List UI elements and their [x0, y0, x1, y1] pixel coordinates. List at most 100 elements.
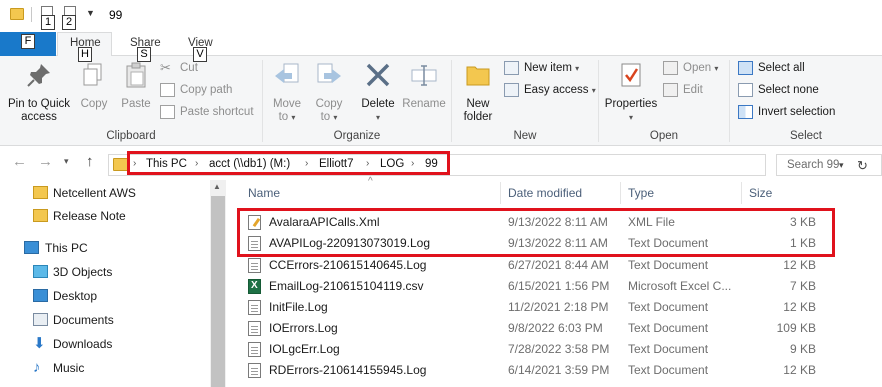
rename-label: Rename — [402, 98, 446, 110]
file-date: 6/14/2021 3:59 PM — [508, 363, 610, 377]
back-arrow-icon[interactable]: ← — [12, 153, 27, 170]
nav-item-label: Downloads — [53, 337, 113, 351]
desktop-folder-icon — [33, 289, 48, 302]
forward-arrow-icon[interactable]: → — [38, 153, 53, 170]
delete-button[interactable]: Delete ▾ — [358, 60, 398, 124]
file-date: 6/27/2021 8:44 AM — [508, 258, 609, 272]
customize-quick-access-icon[interactable]: ▼ — [86, 8, 95, 18]
select-none-label: Select none — [758, 84, 819, 96]
file-type: Text Document — [628, 363, 709, 377]
nav-scrollbar-thumb[interactable] — [211, 196, 225, 387]
file-row[interactable]: InitFile.Log 11/2/2021 2:18 PM Text Docu… — [240, 296, 830, 317]
new-folder-button[interactable]: New folder — [458, 60, 498, 124]
nav-item-label: 3D Objects — [53, 265, 113, 279]
file-size: 12 KB — [783, 363, 816, 377]
window-title: 99 — [109, 8, 123, 22]
tab-file[interactable]: F — [0, 32, 56, 56]
column-divider[interactable] — [741, 182, 742, 204]
easy-access-button[interactable]: Easy access ▾ — [504, 81, 596, 99]
file-size: 12 KB — [783, 258, 816, 272]
recent-locations-chevron-icon[interactable]: ▾ — [64, 156, 69, 167]
ribbon-tabs: F Home Share View — [0, 32, 882, 57]
column-header-date-modified[interactable]: Date modified — [508, 186, 582, 200]
move-to-button[interactable]: Move to ▾ — [269, 60, 305, 124]
clipboard-group-label: Clipboard — [106, 130, 156, 142]
keytip-view: V — [193, 47, 207, 62]
delete-x-icon — [366, 63, 390, 87]
copy-to-label-line1: Copy — [315, 98, 343, 110]
invert-selection-button[interactable]: Invert selection — [738, 103, 835, 121]
file-name: IOLgcErr.Log — [269, 342, 340, 356]
nav-item-3d-objects[interactable]: 3D Objects — [0, 261, 210, 283]
file-row[interactable]: RDErrors-210614155945.Log 6/14/2021 3:59… — [240, 359, 830, 380]
new-item-button[interactable]: New item ▾ — [504, 59, 579, 77]
sort-ascending-icon: ^ — [368, 176, 373, 187]
keytip-file: F — [21, 34, 35, 49]
search-input[interactable]: Search 99 — [776, 154, 882, 176]
select-all-button[interactable]: Select all — [738, 59, 805, 77]
nav-item-this-pc[interactable]: This PC — [0, 237, 210, 259]
pin-to-quick-access-button[interactable]: Pin to Quick access — [4, 60, 74, 124]
invert-selection-label: Invert selection — [758, 106, 836, 118]
text-file-icon — [248, 258, 261, 273]
file-row[interactable]: CCErrors-210615140645.Log 6/27/2021 8:44… — [240, 254, 830, 275]
nav-item-release-note[interactable]: Release Note — [0, 205, 210, 227]
keytip-badge: 2 — [62, 15, 76, 30]
open-icon — [663, 61, 678, 75]
copy-icon — [83, 63, 102, 86]
edit-button[interactable]: Edit — [663, 81, 703, 99]
nav-item-music[interactable]: ♪ Music — [0, 357, 210, 379]
paste-button[interactable]: Paste — [118, 60, 154, 111]
nav-item-desktop[interactable]: Desktop — [0, 285, 210, 307]
file-row[interactable]: EmailLog-210615104119.csv 6/15/2021 1:56… — [240, 275, 830, 296]
downloads-icon: ⬇ — [33, 335, 46, 352]
up-arrow-icon[interactable]: ↑ — [86, 153, 94, 170]
paste-shortcut-icon — [160, 105, 175, 119]
copy-button[interactable]: Copy — [76, 60, 112, 111]
file-name: RDErrors-210614155945.Log — [269, 363, 427, 377]
file-size: 109 KB — [776, 321, 816, 335]
folder-icon — [33, 209, 48, 222]
scroll-up-icon[interactable]: ▲ — [213, 182, 221, 191]
copy-path-button[interactable]: Copy path — [160, 81, 232, 99]
file-type: Text Document — [628, 258, 709, 272]
column-header-size[interactable]: Size — [749, 186, 772, 200]
search-placeholder: Search 99 — [787, 159, 840, 171]
nav-item-netcellent-aws[interactable]: Netcellent AWS — [0, 182, 210, 204]
column-divider[interactable] — [620, 182, 621, 204]
open-label: Open — [683, 62, 712, 74]
properties-button[interactable]: Properties ▾ — [601, 60, 661, 124]
new-item-icon — [504, 61, 519, 75]
file-name: IOErrors.Log — [269, 321, 338, 335]
open-button[interactable]: Open ▾ — [663, 59, 718, 77]
file-row[interactable]: IOLgcErr.Log 7/28/2022 3:58 PM Text Docu… — [240, 338, 830, 359]
title-bar: 1 2 ▼ 99 — [0, 0, 882, 32]
open-group-label: Open — [649, 130, 679, 142]
pinned-folder-icon — [33, 186, 48, 199]
select-group: Select all Select none Invert selection … — [730, 56, 882, 146]
file-row[interactable]: IOErrors.Log 9/8/2022 6:03 PM Text Docum… — [240, 317, 830, 338]
music-icon: ♪ — [33, 359, 41, 376]
select-group-label: Select — [790, 130, 822, 142]
new-folder-label-line2: folder — [463, 111, 493, 123]
paste-shortcut-button[interactable]: Paste shortcut — [160, 103, 254, 121]
select-none-button[interactable]: Select none — [738, 81, 819, 99]
column-header-name[interactable]: Name — [248, 186, 280, 200]
file-name: CCErrors-210615140645.Log — [269, 258, 427, 272]
rename-button[interactable]: Rename — [402, 60, 446, 111]
copy-to-button[interactable]: Copy to ▾ — [311, 60, 347, 124]
clipboard-icon — [126, 62, 146, 88]
column-header-type[interactable]: Type — [628, 186, 654, 200]
column-divider[interactable] — [500, 182, 501, 204]
nav-item-documents[interactable]: Documents — [0, 309, 210, 331]
move-to-label-line1: Move — [272, 98, 302, 110]
file-type: Text Document — [628, 342, 709, 356]
new-item-label: New item — [524, 62, 572, 74]
chevron-down-icon: ▾ — [375, 113, 380, 122]
edit-icon — [663, 83, 678, 97]
nav-item-label: This PC — [45, 241, 88, 255]
pin-label-line2: access — [21, 111, 57, 123]
nav-item-downloads[interactable]: ⬇ Downloads — [0, 333, 210, 355]
file-type: Text Document — [628, 300, 709, 314]
folder-icon — [10, 8, 24, 20]
